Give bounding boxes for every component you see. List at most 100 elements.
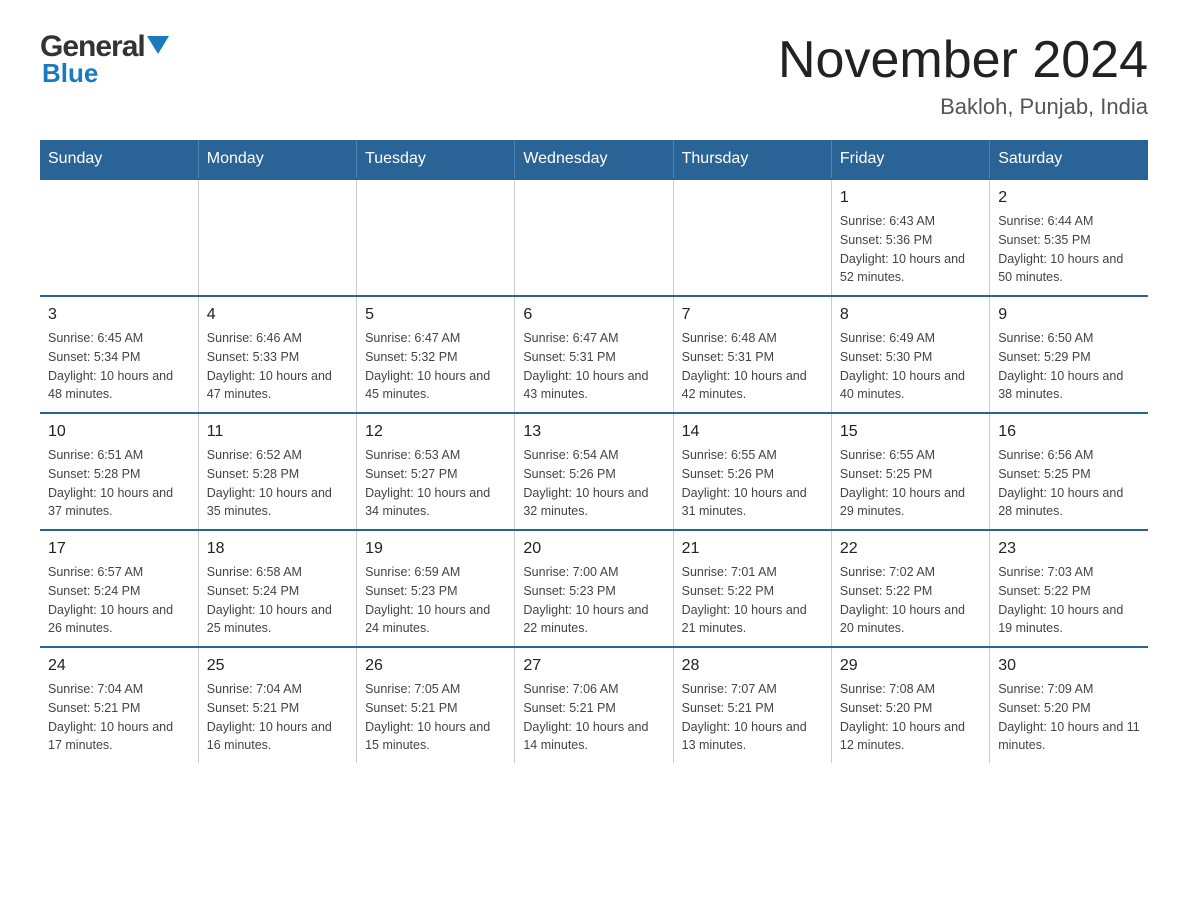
calendar-cell: 4Sunrise: 6:46 AM Sunset: 5:33 PM Daylig… [198,296,356,413]
logo-triangle-icon [147,36,169,54]
calendar-cell: 30Sunrise: 7:09 AM Sunset: 5:20 PM Dayli… [990,647,1148,763]
day-number: 13 [523,420,664,444]
day-info: Sunrise: 6:59 AM Sunset: 5:23 PM Dayligh… [365,563,506,638]
calendar-cell: 28Sunrise: 7:07 AM Sunset: 5:21 PM Dayli… [673,647,831,763]
calendar-cell: 25Sunrise: 7:04 AM Sunset: 5:21 PM Dayli… [198,647,356,763]
day-info: Sunrise: 7:02 AM Sunset: 5:22 PM Dayligh… [840,563,981,638]
calendar-week-row: 1Sunrise: 6:43 AM Sunset: 5:36 PM Daylig… [40,179,1148,296]
calendar-cell: 13Sunrise: 6:54 AM Sunset: 5:26 PM Dayli… [515,413,673,530]
calendar-week-row: 10Sunrise: 6:51 AM Sunset: 5:28 PM Dayli… [40,413,1148,530]
calendar-cell [357,179,515,296]
weekday-header-thursday: Thursday [673,140,831,179]
day-number: 5 [365,303,506,327]
day-info: Sunrise: 7:05 AM Sunset: 5:21 PM Dayligh… [365,680,506,755]
calendar-cell: 22Sunrise: 7:02 AM Sunset: 5:22 PM Dayli… [831,530,989,647]
calendar-cell: 2Sunrise: 6:44 AM Sunset: 5:35 PM Daylig… [990,179,1148,296]
day-number: 26 [365,654,506,678]
day-number: 2 [998,186,1140,210]
calendar-week-row: 17Sunrise: 6:57 AM Sunset: 5:24 PM Dayli… [40,530,1148,647]
logo: General Blue [40,30,169,89]
calendar-cell: 12Sunrise: 6:53 AM Sunset: 5:27 PM Dayli… [357,413,515,530]
day-number: 23 [998,537,1140,561]
calendar-cell: 8Sunrise: 6:49 AM Sunset: 5:30 PM Daylig… [831,296,989,413]
day-number: 4 [207,303,348,327]
day-number: 20 [523,537,664,561]
logo-blue-text: Blue [42,58,98,89]
day-info: Sunrise: 7:04 AM Sunset: 5:21 PM Dayligh… [48,680,190,755]
calendar-cell: 19Sunrise: 6:59 AM Sunset: 5:23 PM Dayli… [357,530,515,647]
day-number: 8 [840,303,981,327]
day-number: 1 [840,186,981,210]
calendar-cell: 3Sunrise: 6:45 AM Sunset: 5:34 PM Daylig… [40,296,198,413]
day-number: 24 [48,654,190,678]
day-info: Sunrise: 6:52 AM Sunset: 5:28 PM Dayligh… [207,446,348,521]
day-number: 22 [840,537,981,561]
day-info: Sunrise: 6:53 AM Sunset: 5:27 PM Dayligh… [365,446,506,521]
calendar-cell: 6Sunrise: 6:47 AM Sunset: 5:31 PM Daylig… [515,296,673,413]
weekday-header-monday: Monday [198,140,356,179]
day-number: 11 [207,420,348,444]
calendar-cell [515,179,673,296]
day-number: 29 [840,654,981,678]
day-number: 21 [682,537,823,561]
day-number: 27 [523,654,664,678]
day-info: Sunrise: 6:47 AM Sunset: 5:32 PM Dayligh… [365,329,506,404]
day-info: Sunrise: 6:55 AM Sunset: 5:26 PM Dayligh… [682,446,823,521]
calendar-subtitle: Bakloh, Punjab, India [778,94,1148,120]
day-number: 16 [998,420,1140,444]
weekday-header-sunday: Sunday [40,140,198,179]
calendar-cell: 11Sunrise: 6:52 AM Sunset: 5:28 PM Dayli… [198,413,356,530]
day-number: 6 [523,303,664,327]
calendar-cell [198,179,356,296]
calendar-cell: 15Sunrise: 6:55 AM Sunset: 5:25 PM Dayli… [831,413,989,530]
day-info: Sunrise: 6:55 AM Sunset: 5:25 PM Dayligh… [840,446,981,521]
day-info: Sunrise: 7:03 AM Sunset: 5:22 PM Dayligh… [998,563,1140,638]
calendar-cell: 18Sunrise: 6:58 AM Sunset: 5:24 PM Dayli… [198,530,356,647]
day-info: Sunrise: 6:54 AM Sunset: 5:26 PM Dayligh… [523,446,664,521]
day-number: 25 [207,654,348,678]
day-number: 19 [365,537,506,561]
calendar-cell [673,179,831,296]
day-info: Sunrise: 6:48 AM Sunset: 5:31 PM Dayligh… [682,329,823,404]
calendar-cell: 26Sunrise: 7:05 AM Sunset: 5:21 PM Dayli… [357,647,515,763]
weekday-header-row: SundayMondayTuesdayWednesdayThursdayFrid… [40,140,1148,179]
day-info: Sunrise: 7:01 AM Sunset: 5:22 PM Dayligh… [682,563,823,638]
weekday-header-tuesday: Tuesday [357,140,515,179]
day-info: Sunrise: 7:06 AM Sunset: 5:21 PM Dayligh… [523,680,664,755]
day-info: Sunrise: 6:43 AM Sunset: 5:36 PM Dayligh… [840,212,981,287]
day-info: Sunrise: 6:47 AM Sunset: 5:31 PM Dayligh… [523,329,664,404]
day-info: Sunrise: 6:57 AM Sunset: 5:24 PM Dayligh… [48,563,190,638]
day-number: 3 [48,303,190,327]
day-info: Sunrise: 6:45 AM Sunset: 5:34 PM Dayligh… [48,329,190,404]
calendar-cell [40,179,198,296]
calendar-cell: 9Sunrise: 6:50 AM Sunset: 5:29 PM Daylig… [990,296,1148,413]
calendar-cell: 20Sunrise: 7:00 AM Sunset: 5:23 PM Dayli… [515,530,673,647]
calendar-week-row: 3Sunrise: 6:45 AM Sunset: 5:34 PM Daylig… [40,296,1148,413]
weekday-header-wednesday: Wednesday [515,140,673,179]
calendar-header: SundayMondayTuesdayWednesdayThursdayFrid… [40,140,1148,179]
day-number: 12 [365,420,506,444]
day-number: 30 [998,654,1140,678]
calendar-cell: 14Sunrise: 6:55 AM Sunset: 5:26 PM Dayli… [673,413,831,530]
day-info: Sunrise: 6:46 AM Sunset: 5:33 PM Dayligh… [207,329,348,404]
calendar-table: SundayMondayTuesdayWednesdayThursdayFrid… [40,140,1148,763]
calendar-cell: 17Sunrise: 6:57 AM Sunset: 5:24 PM Dayli… [40,530,198,647]
calendar-cell: 7Sunrise: 6:48 AM Sunset: 5:31 PM Daylig… [673,296,831,413]
calendar-cell: 10Sunrise: 6:51 AM Sunset: 5:28 PM Dayli… [40,413,198,530]
day-info: Sunrise: 6:58 AM Sunset: 5:24 PM Dayligh… [207,563,348,638]
day-number: 14 [682,420,823,444]
calendar-cell: 23Sunrise: 7:03 AM Sunset: 5:22 PM Dayli… [990,530,1148,647]
day-number: 15 [840,420,981,444]
weekday-header-saturday: Saturday [990,140,1148,179]
day-info: Sunrise: 6:56 AM Sunset: 5:25 PM Dayligh… [998,446,1140,521]
calendar-cell: 21Sunrise: 7:01 AM Sunset: 5:22 PM Dayli… [673,530,831,647]
day-info: Sunrise: 7:09 AM Sunset: 5:20 PM Dayligh… [998,680,1140,755]
calendar-body: 1Sunrise: 6:43 AM Sunset: 5:36 PM Daylig… [40,179,1148,763]
calendar-week-row: 24Sunrise: 7:04 AM Sunset: 5:21 PM Dayli… [40,647,1148,763]
day-info: Sunrise: 7:08 AM Sunset: 5:20 PM Dayligh… [840,680,981,755]
calendar-cell: 27Sunrise: 7:06 AM Sunset: 5:21 PM Dayli… [515,647,673,763]
calendar-title-area: November 2024 Bakloh, Punjab, India [778,30,1148,120]
day-number: 7 [682,303,823,327]
weekday-header-friday: Friday [831,140,989,179]
calendar-cell: 5Sunrise: 6:47 AM Sunset: 5:32 PM Daylig… [357,296,515,413]
